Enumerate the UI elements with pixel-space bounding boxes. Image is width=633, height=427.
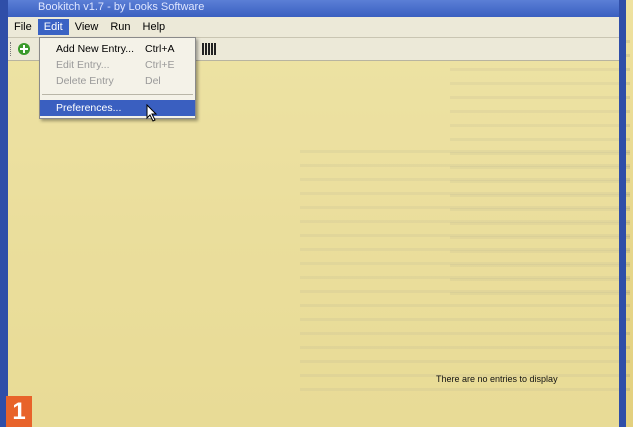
- toolbar-list-icon[interactable]: [202, 43, 216, 55]
- empty-message: There are no entries to display: [436, 374, 558, 384]
- toolbar-grip[interactable]: [10, 42, 14, 56]
- menu-separator: [42, 94, 193, 95]
- menu-run[interactable]: Run: [104, 19, 136, 35]
- menu-item-label: Preferences...: [56, 102, 122, 114]
- step-badge: 1: [6, 396, 32, 427]
- menu-file[interactable]: File: [8, 19, 38, 35]
- menu-item-shortcut: Ctrl+E: [145, 59, 175, 71]
- menu-item-shortcut: Ctrl+A: [145, 43, 175, 55]
- window-title: Bookitch v1.7 - by Looks Software: [8, 0, 619, 17]
- menu-item-add-entry[interactable]: Add New Entry... Ctrl+A: [40, 41, 195, 57]
- menu-item-label: Delete Entry: [56, 75, 114, 87]
- menu-item-preferences[interactable]: Preferences...: [40, 100, 195, 116]
- mouse-cursor-icon: [146, 104, 158, 122]
- menu-view[interactable]: View: [69, 19, 105, 35]
- menu-edit[interactable]: Edit: [37, 19, 69, 35]
- menu-bar: File Edit View Run Help: [8, 17, 619, 38]
- menu-item-label: Edit Entry...: [56, 59, 110, 71]
- add-entry-icon[interactable]: [17, 42, 31, 56]
- menu-item-shortcut: Del: [145, 75, 161, 87]
- menu-item-label: Add New Entry...: [56, 43, 135, 55]
- menu-item-delete-entry: Delete Entry Del: [40, 73, 195, 89]
- menu-item-edit-entry: Edit Entry... Ctrl+E: [40, 57, 195, 73]
- edit-menu-dropdown: Add New Entry... Ctrl+A Edit Entry... Ct…: [39, 37, 196, 119]
- menu-help[interactable]: Help: [137, 19, 172, 35]
